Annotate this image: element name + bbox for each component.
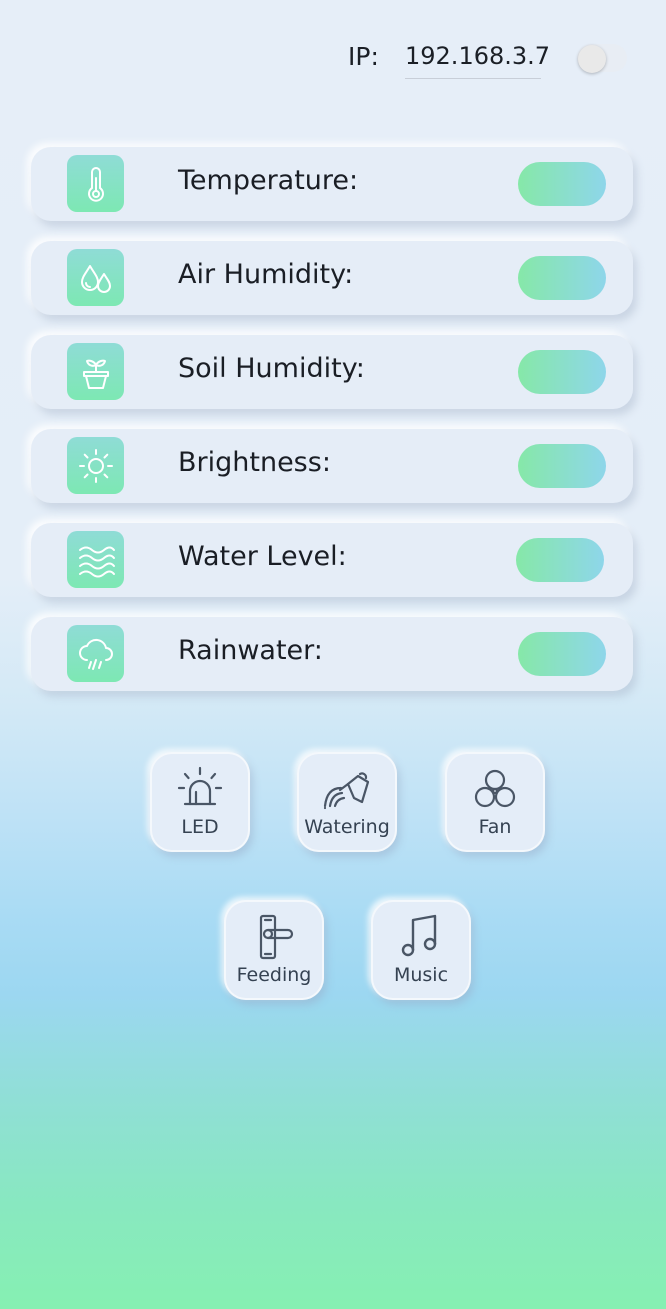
sensor-label-air-humidity: Air Humidity: [178, 259, 354, 290]
watering-can-icon [323, 772, 370, 810]
ip-label: IP: [348, 42, 379, 71]
music-button[interactable]: Music [371, 900, 471, 1000]
alarm-light-icon [177, 766, 223, 806]
toggle-temperature[interactable] [518, 162, 606, 206]
music-label: Music [393, 964, 449, 986]
connect-toggle[interactable] [577, 44, 627, 73]
sensor-label-water-level: Water Level: [178, 541, 347, 572]
toggle-air-humidity[interactable] [518, 256, 606, 300]
toggle-water-level[interactable] [516, 538, 604, 582]
toggle-knob [578, 45, 606, 73]
rain-cloud-icon [67, 625, 124, 682]
waves-icon [67, 531, 124, 588]
sensor-card-air-humidity: Air Humidity: [31, 241, 633, 315]
fan-label: Fan [478, 816, 512, 838]
sensor-card-brightness: Brightness: [31, 429, 633, 503]
sensor-label-temperature: Temperature: [178, 165, 359, 196]
ip-address-input[interactable]: 192.168.3.7 [405, 42, 550, 79]
fan-icon [474, 769, 516, 808]
sensor-card-water-level: Water Level: [31, 523, 633, 597]
led-label: LED [181, 816, 219, 838]
sun-icon [67, 437, 124, 494]
sensor-label-brightness: Brightness: [178, 447, 331, 478]
feeding-button[interactable]: Feeding [224, 900, 324, 1000]
sensor-card-soil-humidity: Soil Humidity: [31, 335, 633, 409]
sensor-card-temperature: Temperature: [31, 147, 633, 221]
thermometer-icon [67, 155, 124, 212]
toggle-rainwater[interactable] [518, 632, 606, 676]
led-button[interactable]: LED [150, 752, 250, 852]
sensor-label-rainwater: Rainwater: [178, 635, 323, 666]
watering-button[interactable]: Watering [297, 752, 397, 852]
watering-label: Watering [304, 816, 390, 838]
water-drops-icon [67, 249, 124, 306]
music-note-icon [401, 914, 437, 957]
fan-button[interactable]: Fan [445, 752, 545, 852]
sensor-card-rainwater: Rainwater: [31, 617, 633, 691]
plant-pot-icon [67, 343, 124, 400]
toggle-brightness[interactable] [518, 444, 606, 488]
feeding-label: Feeding [236, 964, 312, 986]
door-handle-icon [259, 914, 294, 960]
sensor-label-soil-humidity: Soil Humidity: [178, 353, 365, 384]
header-bar: IP: 192.168.3.7 [0, 38, 666, 84]
toggle-soil-humidity[interactable] [518, 350, 606, 394]
